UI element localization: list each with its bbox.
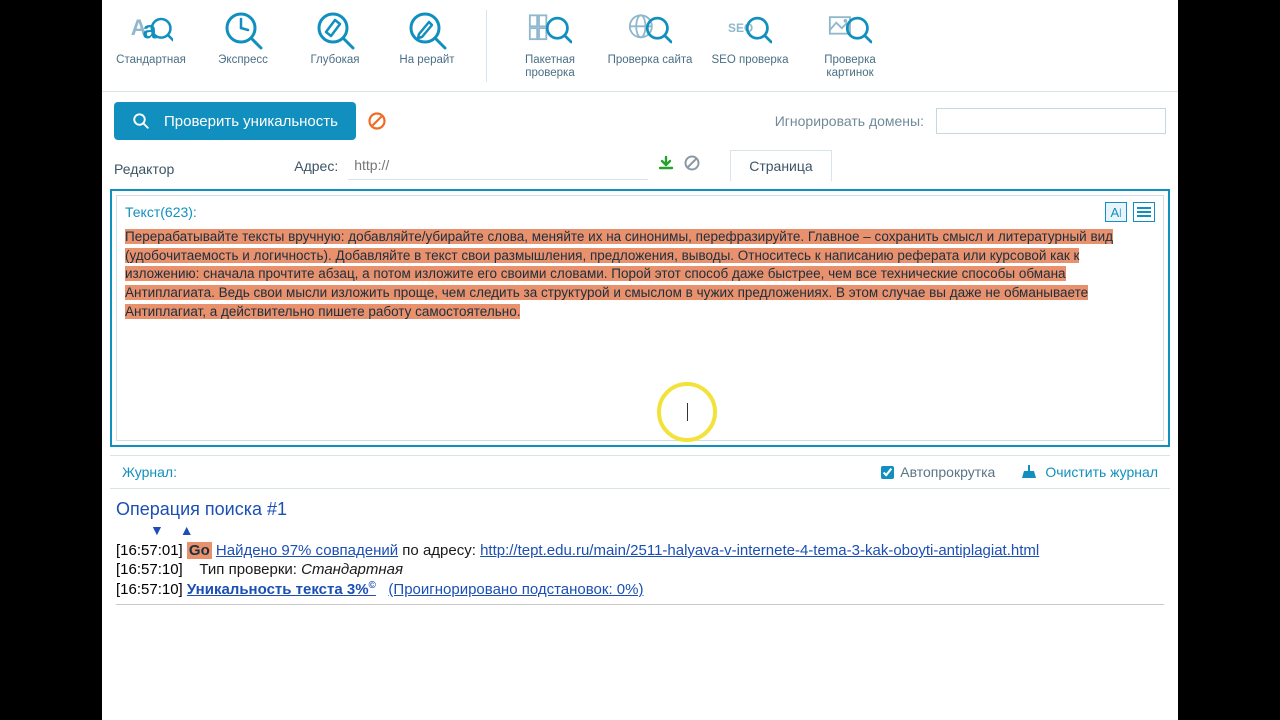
- search-icon: [132, 112, 150, 130]
- pencil-magnifier-icon: [405, 8, 449, 52]
- toolbar-separator: [486, 10, 487, 82]
- clock-magnifier-icon: [221, 8, 265, 52]
- tb-standard[interactable]: Aa Стандартная: [112, 6, 190, 67]
- broom-icon: [1021, 464, 1037, 480]
- grid-magnifier-icon: [528, 8, 572, 52]
- seo-magnifier-icon: SEO: [728, 8, 772, 52]
- clear-log-button[interactable]: Очистить журнал: [1021, 464, 1158, 480]
- top-toolbar: Aa Стандартная Экспресс Глубокая На рера…: [102, 0, 1178, 92]
- tb-site[interactable]: Проверка сайта: [607, 6, 693, 67]
- page-tab[interactable]: Страница: [730, 150, 831, 181]
- log-body: Операция поиска #1 ▼ ▲ [16:57:01] Go Най…: [102, 489, 1178, 605]
- tb-rewrite[interactable]: На рерайт: [388, 6, 466, 67]
- cancel-address-icon[interactable]: [684, 155, 700, 176]
- ignore-domains-input[interactable]: [936, 108, 1166, 134]
- text-count-label: Текст(623):: [125, 204, 197, 220]
- tb-express[interactable]: Экспресс: [204, 6, 282, 67]
- ignore-domains-label: Игнорировать домены:: [775, 113, 924, 129]
- editor-panel: Текст(623): A| Перерабатывайте тексты вр…: [110, 189, 1170, 447]
- sort-arrows-icon[interactable]: ▼ ▲: [150, 522, 1164, 538]
- editor-text[interactable]: Перерабатывайте тексты вручную: добавляй…: [125, 228, 1155, 321]
- ignored-link[interactable]: (Проигнорировано подстановок: 0%): [388, 581, 643, 598]
- globe-magnifier-icon: [628, 8, 672, 52]
- match-link[interactable]: Найдено 97% совпадений: [216, 542, 398, 559]
- uniqueness-link[interactable]: Уникальность текста 3%©: [187, 581, 376, 598]
- list-tool-icon[interactable]: [1133, 202, 1155, 222]
- log-line: [16:57:10] Тип проверки: Стандартная: [116, 561, 1164, 578]
- address-label: Адрес:: [294, 158, 338, 174]
- deep-magnifier-icon: [313, 8, 357, 52]
- tb-batch[interactable]: Пакетная проверка: [507, 6, 593, 80]
- log-title: Журнал:: [122, 464, 177, 480]
- editor-tab-label: Редактор: [114, 155, 174, 177]
- image-magnifier-icon: [828, 8, 872, 52]
- stop-icon[interactable]: [368, 112, 386, 130]
- go-badge[interactable]: Go: [187, 542, 212, 559]
- tb-seo[interactable]: SEO SEO проверка: [707, 6, 793, 67]
- check-uniqueness-button[interactable]: Проверить уникальность: [114, 102, 356, 140]
- editor-area[interactable]: Текст(623): A| Перерабатывайте тексты вр…: [116, 195, 1164, 441]
- text-magnifier-icon: Aa: [129, 8, 173, 52]
- tb-images[interactable]: Проверка картинок: [807, 6, 893, 80]
- autoscroll-checkbox[interactable]: [881, 466, 894, 479]
- log-line: [16:57:01] Go Найдено 97% совпадений по …: [116, 542, 1164, 559]
- address-input[interactable]: [348, 152, 648, 180]
- tb-deep[interactable]: Глубокая: [296, 6, 374, 67]
- download-icon[interactable]: [658, 155, 674, 176]
- autoscroll-toggle[interactable]: Автопрокрутка: [881, 464, 995, 480]
- log-line: [16:57:10] Уникальность текста 3%© (Прои…: [116, 580, 1164, 598]
- cursor-indicator-icon: [657, 382, 717, 442]
- source-url-link[interactable]: http://tept.edu.ru/main/2511-halyava-v-i…: [480, 542, 1039, 559]
- operation-title: Операция поиска #1: [116, 499, 1164, 520]
- highlight-tool-icon[interactable]: A|: [1105, 202, 1127, 222]
